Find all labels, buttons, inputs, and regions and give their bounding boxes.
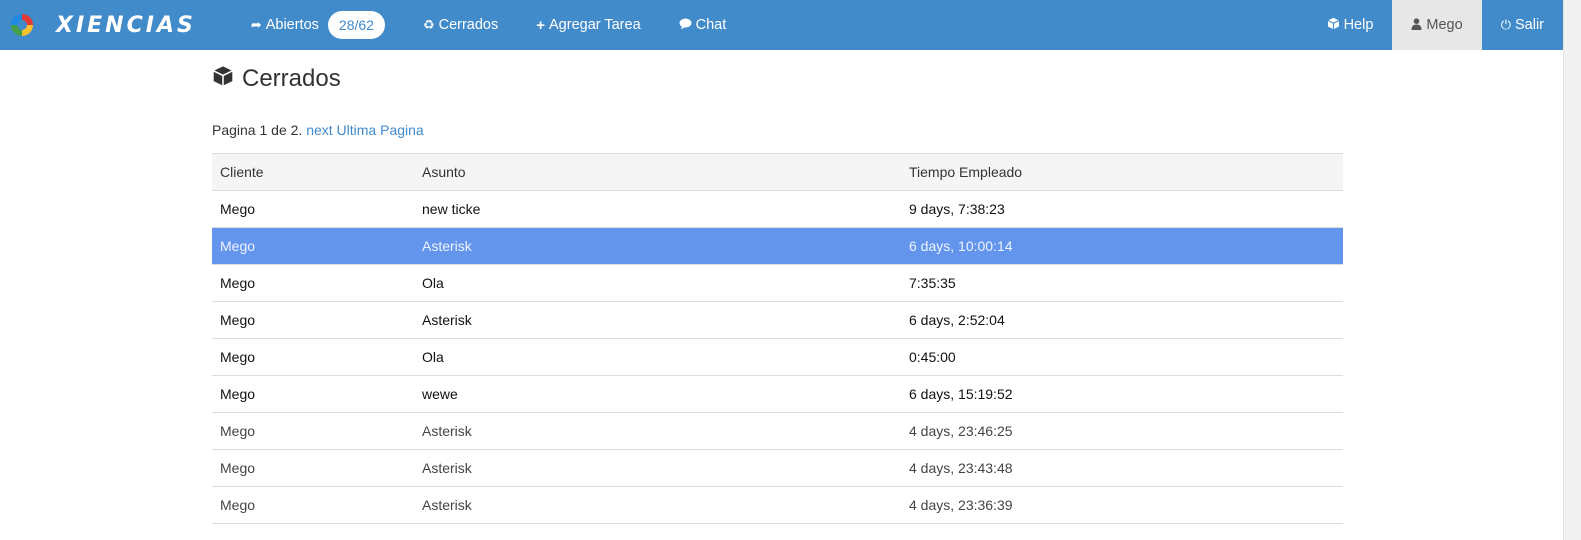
cell-cliente: Mego xyxy=(220,460,256,476)
cell-asunto: Asterisk xyxy=(422,238,472,254)
cell-asunto: Asterisk xyxy=(422,460,472,476)
nav-left: ➦ Abiertos 28/62 ♻ Cerrados + Agregar Ta… xyxy=(232,0,745,50)
cell-cliente: Mego xyxy=(220,275,256,291)
table-row[interactable]: Mego Asterisk 4 days, 23:46:25 xyxy=(212,413,1343,450)
nav-abiertos[interactable]: ➦ Abiertos 28/62 xyxy=(232,0,404,50)
brand-name: XIENCIAS xyxy=(56,12,196,38)
logo-icon xyxy=(11,14,33,36)
table-row[interactable]: Mego Asterisk 6 days, 2:52:04 xyxy=(212,302,1343,339)
page-title: Cerrados xyxy=(212,60,1343,98)
column-header-tiempo[interactable]: Tiempo Empleado xyxy=(901,154,1343,191)
nav-cerrados-label: Cerrados xyxy=(438,17,499,33)
cell-cliente: Mego xyxy=(220,497,256,513)
share-icon: ➦ xyxy=(250,17,262,32)
recycle-icon: ♻ xyxy=(422,17,435,32)
closed-tasks-table: Cliente Asunto Tiempo Empleado Mego new … xyxy=(212,153,1343,524)
cube-icon xyxy=(1327,17,1340,33)
page-title-text: Cerrados xyxy=(242,65,341,92)
cell-tiempo: 7:35:35 xyxy=(909,275,956,291)
nav-right: Help Mego ⏻ Salir xyxy=(1308,0,1563,50)
last-page-link[interactable]: Ultima Pagina xyxy=(337,122,424,138)
cell-cliente: Mego xyxy=(220,386,256,402)
top-navbar: XIENCIAS ➦ Abiertos 28/62 ♻ Cerrados + A… xyxy=(0,0,1563,50)
table-row[interactable]: Mego Asterisk 4 days, 23:36:39 xyxy=(212,487,1343,524)
user-icon xyxy=(1411,17,1422,33)
cell-cliente: Mego xyxy=(220,349,256,365)
page-scrollbar[interactable] xyxy=(1563,0,1581,540)
power-icon: ⏻ xyxy=(1500,17,1511,32)
table-header-row: Cliente Asunto Tiempo Empleado xyxy=(212,153,1343,191)
cell-asunto: wewe xyxy=(422,386,458,402)
comment-icon xyxy=(679,18,692,33)
open-count-badge: 28/62 xyxy=(327,11,385,39)
nav-user-label: Mego xyxy=(1426,17,1463,33)
pager-text: Pagina 1 de 2. xyxy=(212,122,303,138)
nav-agregar-label: Agregar Tarea xyxy=(549,17,641,33)
cell-tiempo: 9 days, 7:38:23 xyxy=(909,201,1005,217)
nav-user[interactable]: Mego xyxy=(1392,0,1482,50)
cube-icon xyxy=(212,65,234,93)
cell-cliente: Mego xyxy=(220,238,256,254)
plus-icon: + xyxy=(536,16,546,34)
nav-salir[interactable]: ⏻ Salir xyxy=(1482,0,1563,50)
cell-cliente: Mego xyxy=(220,423,256,439)
table-row-selected[interactable]: Mego Asterisk 6 days, 10:00:14 xyxy=(212,227,1343,265)
cell-tiempo: 4 days, 23:36:39 xyxy=(909,497,1013,513)
table-row[interactable]: Mego Ola 7:35:35 xyxy=(212,265,1343,302)
nav-help-label: Help xyxy=(1343,17,1374,33)
main-content: Cerrados Pagina 1 de 2. next Ultima Pagi… xyxy=(212,60,1343,524)
cell-tiempo: 4 days, 23:46:25 xyxy=(909,423,1013,439)
cell-cliente: Mego xyxy=(220,201,256,217)
table-row[interactable]: Mego wewe 6 days, 15:19:52 xyxy=(212,376,1343,413)
cell-tiempo: 6 days, 10:00:14 xyxy=(909,238,1013,254)
cell-asunto: Asterisk xyxy=(422,423,472,439)
cell-asunto: Ola xyxy=(422,275,444,291)
table-row[interactable]: Mego Ola 0:45:00 xyxy=(212,339,1343,376)
nav-salir-label: Salir xyxy=(1514,17,1544,33)
nav-help[interactable]: Help xyxy=(1308,0,1393,50)
cell-asunto: Asterisk xyxy=(422,497,472,513)
cell-asunto: new ticke xyxy=(422,201,481,217)
cell-cliente: Mego xyxy=(220,312,256,328)
cell-tiempo: 4 days, 23:43:48 xyxy=(909,460,1013,476)
column-header-asunto[interactable]: Asunto xyxy=(414,154,901,191)
nav-agregar-tarea[interactable]: + Agregar Tarea xyxy=(517,0,659,50)
nav-chat-label: Chat xyxy=(695,17,727,33)
nav-chat[interactable]: Chat xyxy=(660,0,746,50)
table-row[interactable]: Mego Asterisk 4 days, 23:43:48 xyxy=(212,450,1343,487)
cell-asunto: Ola xyxy=(422,349,444,365)
column-header-cliente[interactable]: Cliente xyxy=(212,154,414,191)
cell-asunto: Asterisk xyxy=(422,312,472,328)
pagination: Pagina 1 de 2. next Ultima Pagina xyxy=(212,122,1343,142)
nav-abiertos-label: Abiertos xyxy=(265,17,319,33)
cell-tiempo: 6 days, 2:52:04 xyxy=(909,312,1005,328)
next-page-link[interactable]: next xyxy=(306,122,332,138)
nav-cerrados[interactable]: ♻ Cerrados xyxy=(404,0,517,50)
brand[interactable]: XIENCIAS xyxy=(0,0,196,50)
cell-tiempo: 6 days, 15:19:52 xyxy=(909,386,1013,402)
table-row[interactable]: Mego new ticke 9 days, 7:38:23 xyxy=(212,191,1343,228)
cell-tiempo: 0:45:00 xyxy=(909,349,956,365)
